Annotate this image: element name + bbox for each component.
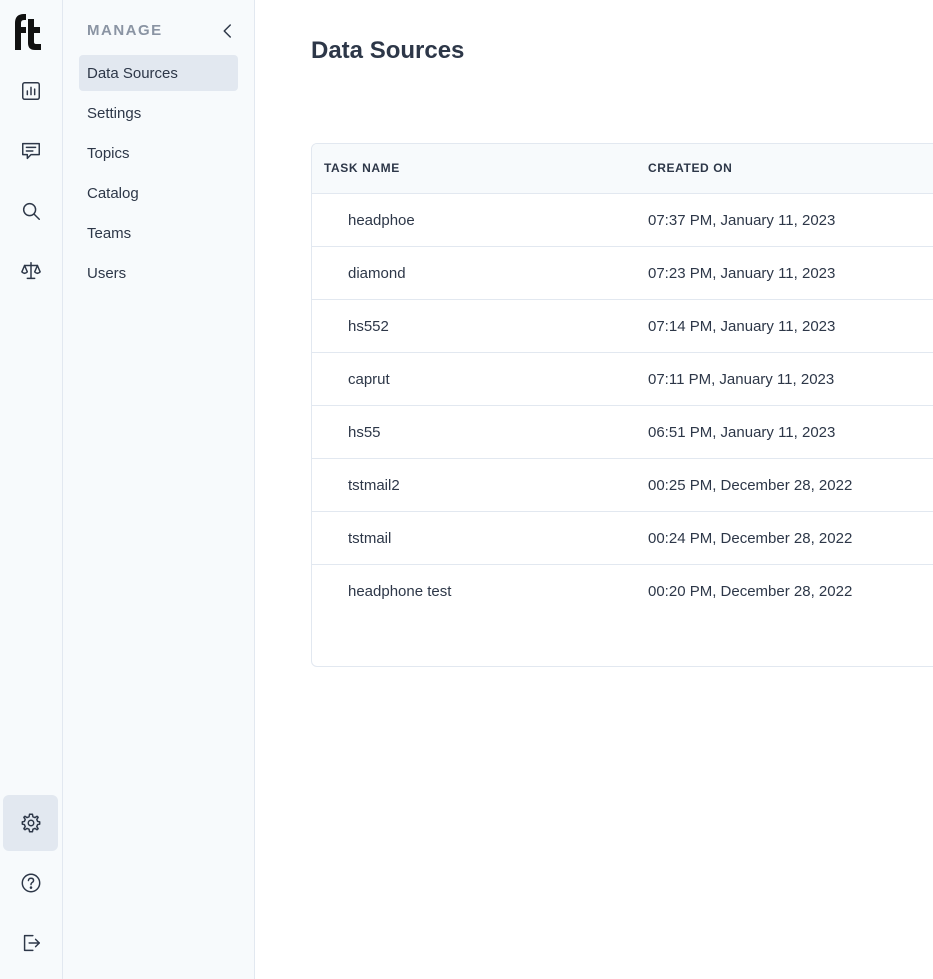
- created-on-cell: 07:37 PM, January 11, 2023: [648, 212, 836, 229]
- task-name-cell: diamond: [348, 265, 406, 282]
- settings-icon-button[interactable]: [3, 795, 58, 851]
- sidebar-item-topics[interactable]: Topics: [79, 135, 238, 171]
- collapse-sidebar-button[interactable]: [217, 20, 239, 42]
- page-title: Data Sources: [311, 37, 465, 64]
- task-name-cell: headphone test: [348, 583, 452, 600]
- help-icon: [21, 873, 40, 893]
- icon-rail: [0, 0, 63, 979]
- column-header-created-on[interactable]: CREATED ON: [648, 161, 732, 175]
- created-on-cell: 00:25 PM, December 28, 2022: [648, 477, 853, 494]
- logout-icon-button[interactable]: [3, 915, 58, 971]
- bar-chart-icon-button[interactable]: [3, 63, 58, 119]
- bar-chart-icon: [21, 82, 40, 100]
- table-row[interactable]: hs552 07:14 PM, January 11, 2023: [312, 300, 933, 353]
- data-sources-table: TASK NAME CREATED ON headphoe 07:37 PM, …: [311, 143, 933, 667]
- column-header-task-name[interactable]: TASK NAME: [324, 161, 400, 175]
- created-on-cell: 07:23 PM, January 11, 2023: [648, 265, 836, 282]
- search-icon: [22, 202, 40, 220]
- sidebar-item-users[interactable]: Users: [79, 255, 238, 291]
- logo-icon: [15, 14, 41, 50]
- created-on-cell: 07:11 PM, January 11, 2023: [648, 371, 835, 388]
- table-row[interactable]: tstmail2 00:25 PM, December 28, 2022: [312, 459, 933, 512]
- gear-icon: [21, 813, 40, 833]
- created-on-cell: 00:24 PM, December 28, 2022: [648, 530, 853, 547]
- task-name-cell: tstmail2: [348, 477, 400, 494]
- table-row[interactable]: diamond 07:23 PM, January 11, 2023: [312, 247, 933, 300]
- message-icon-button[interactable]: [3, 123, 58, 179]
- sidebar-item-catalog[interactable]: Catalog: [79, 175, 238, 211]
- task-name-cell: hs55: [348, 424, 381, 441]
- created-on-cell: 07:14 PM, January 11, 2023: [648, 318, 836, 335]
- task-name-cell: caprut: [348, 371, 390, 388]
- created-on-cell: 00:20 PM, December 28, 2022: [648, 583, 853, 600]
- logout-icon: [23, 934, 40, 952]
- sidebar-item-settings[interactable]: Settings: [79, 95, 238, 131]
- table-header: TASK NAME CREATED ON: [312, 144, 933, 194]
- sidebar-item-teams[interactable]: Teams: [79, 215, 238, 251]
- chevron-left-icon: [223, 24, 231, 38]
- logo[interactable]: [12, 11, 44, 51]
- table-row[interactable]: tstmail 00:24 PM, December 28, 2022: [312, 512, 933, 565]
- sidebar-title: MANAGE: [87, 22, 163, 39]
- scale-icon: [20, 262, 41, 280]
- search-icon-button[interactable]: [3, 183, 58, 239]
- task-name-cell: tstmail: [348, 530, 392, 547]
- manage-sidebar: MANAGE Data Sources Settings Topics Cata…: [63, 0, 255, 979]
- table-row[interactable]: headphone test 00:20 PM, December 28, 20…: [312, 565, 933, 618]
- help-icon-button[interactable]: [3, 855, 58, 911]
- message-icon: [21, 142, 40, 160]
- sidebar-item-data-sources[interactable]: Data Sources: [79, 55, 238, 91]
- main-content: Data Sources TASK NAME CREATED ON headph…: [255, 0, 933, 979]
- task-name-cell: hs552: [348, 318, 389, 335]
- table-row[interactable]: caprut 07:11 PM, January 11, 2023: [312, 353, 933, 406]
- created-on-cell: 06:51 PM, January 11, 2023: [648, 424, 836, 441]
- table-row[interactable]: headphoe 07:37 PM, January 11, 2023: [312, 194, 933, 247]
- scale-icon-button[interactable]: [3, 243, 58, 299]
- task-name-cell: headphoe: [348, 212, 415, 229]
- table-row[interactable]: hs55 06:51 PM, January 11, 2023: [312, 406, 933, 459]
